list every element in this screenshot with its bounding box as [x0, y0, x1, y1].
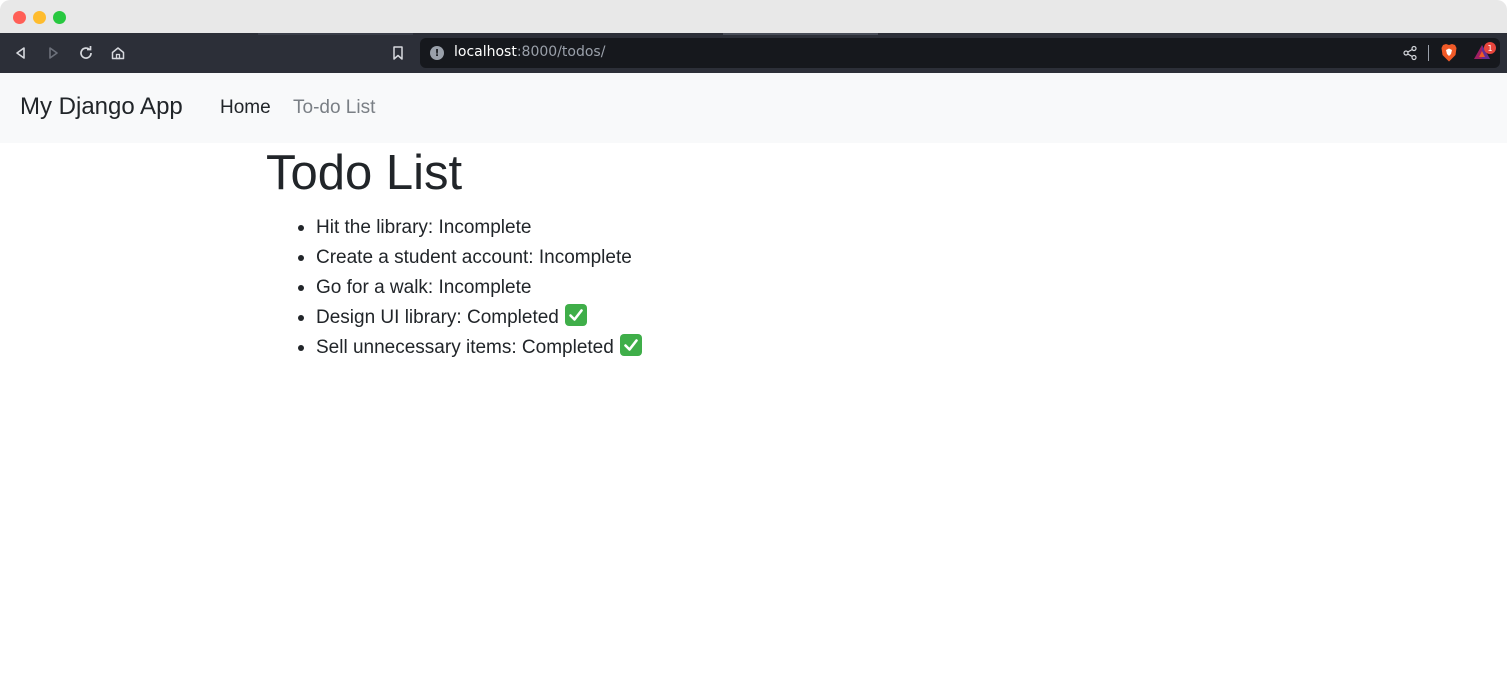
tab-divider — [258, 33, 413, 35]
bullet — [298, 315, 304, 321]
todo-list: Hit the library: Incomplete Create a stu… — [266, 213, 642, 363]
bullet — [298, 345, 304, 351]
todo-item: Hit the library: Incomplete — [296, 213, 642, 243]
tab-divider — [723, 33, 878, 35]
browser-toolbar: ! localhost:8000/todos/ 1 — [0, 33, 1507, 73]
bullet — [298, 225, 304, 231]
todo-item: Create a student account: Incomplete — [296, 243, 642, 273]
todo-item: Design UI library: Completed — [296, 303, 642, 333]
reload-button[interactable] — [75, 42, 97, 64]
bookmark-button[interactable] — [387, 42, 409, 64]
forward-button[interactable] — [42, 42, 64, 64]
bookmark-icon — [393, 46, 403, 60]
main-content: Todo List Hit the library: Incomplete Cr… — [266, 143, 642, 363]
share-icon — [1403, 45, 1417, 61]
todo-text: Design UI library: Completed — [316, 307, 559, 328]
close-window-button[interactable] — [13, 11, 26, 24]
rewards-badge: 1 — [1484, 42, 1496, 54]
maximize-window-button[interactable] — [53, 11, 66, 24]
check-mark-icon — [564, 304, 587, 326]
todo-text: Sell unnecessary items: Completed — [316, 337, 614, 358]
page-title: Todo List — [266, 146, 463, 200]
nav-link-todo-list[interactable]: To-do List — [293, 97, 375, 119]
brave-shield-icon — [1441, 44, 1457, 62]
todo-text: Create a student account: Incomplete — [316, 247, 632, 268]
browser-window: ! localhost:8000/todos/ 1 My Django App … — [0, 0, 1507, 687]
brave-shield-button[interactable] — [1440, 43, 1458, 68]
bullet — [298, 285, 304, 291]
address-bar[interactable]: ! localhost:8000/todos/ 1 — [420, 38, 1500, 68]
title-bar — [0, 0, 1507, 33]
nav-link-home[interactable]: Home — [220, 97, 271, 119]
site-navbar: My Django App Home To-do List — [0, 73, 1507, 143]
todo-text: Go for a walk: Incomplete — [316, 277, 532, 298]
url-host: localhost — [454, 44, 517, 60]
todo-item: Go for a walk: Incomplete — [296, 273, 642, 303]
navbar-brand[interactable]: My Django App — [20, 93, 183, 121]
back-button[interactable] — [10, 42, 32, 64]
minimize-window-button[interactable] — [33, 11, 46, 24]
site-info-icon[interactable]: ! — [430, 46, 444, 60]
address-bar-separator — [1428, 45, 1429, 61]
check-mark-icon — [619, 334, 642, 356]
url-text[interactable]: localhost:8000/todos/ — [454, 44, 605, 60]
back-icon — [16, 47, 25, 59]
todo-text: Hit the library: Incomplete — [316, 217, 532, 238]
home-icon — [111, 47, 125, 60]
todo-item: Sell unnecessary items: Completed — [296, 333, 642, 363]
reload-icon — [80, 46, 92, 59]
share-button[interactable] — [1402, 45, 1418, 66]
url-path: :8000/todos/ — [516, 44, 606, 60]
bullet — [298, 255, 304, 261]
forward-icon — [49, 47, 58, 59]
home-button[interactable] — [107, 42, 129, 64]
